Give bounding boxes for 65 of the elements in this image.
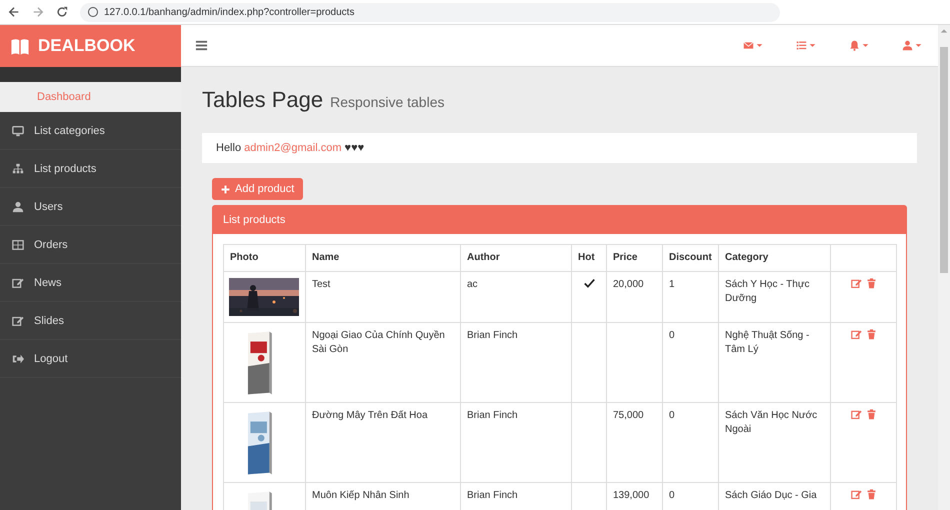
column-header: Name bbox=[306, 244, 460, 272]
price: 20,000 bbox=[613, 279, 644, 290]
forward-arrow-icon[interactable] bbox=[32, 6, 44, 18]
user-icon bbox=[902, 40, 912, 51]
panel-title: List products bbox=[213, 206, 906, 234]
category-name: Nghệ Thuật Sống - Tâm Lý bbox=[725, 330, 810, 355]
back-arrow-icon[interactable] bbox=[8, 6, 20, 18]
discount: 1 bbox=[669, 279, 675, 290]
price: 139,000 bbox=[613, 490, 650, 501]
check-icon bbox=[584, 278, 594, 289]
caret-icon bbox=[756, 42, 762, 49]
discount: 0 bbox=[669, 330, 675, 341]
discount: 0 bbox=[669, 410, 675, 421]
monitor-icon bbox=[12, 124, 24, 136]
column-header: Price bbox=[606, 244, 662, 272]
page-title: Tables Page bbox=[202, 87, 324, 113]
caret-icon bbox=[808, 42, 816, 49]
category-name: Sách Giáo Dục - Gia bbox=[725, 490, 817, 501]
plus-icon bbox=[221, 184, 230, 194]
trash-icon[interactable] bbox=[866, 329, 877, 340]
edit-icon[interactable] bbox=[851, 278, 862, 289]
product-name: Đường Mây Trên Đất Hoa bbox=[312, 410, 428, 421]
edit-icon bbox=[12, 276, 24, 288]
price: 75,000 bbox=[613, 410, 644, 421]
column-header: Discount bbox=[662, 244, 718, 272]
category-name: Sách Y Học - Thực Dưỡng bbox=[725, 279, 810, 304]
column-header: Category bbox=[718, 244, 830, 272]
table-icon bbox=[12, 238, 24, 250]
greeting-text: Hello admin2@gmail.com ♥♥♥ bbox=[216, 142, 364, 154]
discount: 0 bbox=[669, 490, 675, 501]
product-name: Test bbox=[312, 279, 330, 290]
trash-icon[interactable] bbox=[866, 409, 877, 420]
caret-icon bbox=[914, 42, 922, 49]
trash-icon[interactable] bbox=[866, 489, 877, 500]
reload-icon[interactable] bbox=[56, 6, 68, 18]
tasks-icon bbox=[796, 40, 806, 51]
user-icon bbox=[12, 200, 24, 212]
column-header: Author bbox=[460, 244, 572, 272]
page-subtitle: Responsive tables bbox=[330, 94, 444, 110]
address-bar[interactable]: 127.0.0.1/banhang/admin/index.php?controller=products bbox=[80, 2, 780, 22]
column-header: Photo bbox=[224, 244, 306, 272]
edit-icon[interactable] bbox=[851, 409, 862, 420]
info-icon bbox=[88, 7, 98, 17]
trash-icon[interactable] bbox=[866, 278, 877, 289]
caret-icon bbox=[862, 42, 868, 49]
edit-icon[interactable] bbox=[851, 489, 862, 500]
menu-icon[interactable] bbox=[195, 39, 208, 52]
column-header: Hot bbox=[572, 244, 606, 272]
edit-icon[interactable] bbox=[851, 329, 862, 340]
author-name: Brian Finch bbox=[467, 490, 518, 501]
product-name: Muôn Kiếp Nhân Sinh bbox=[312, 490, 410, 501]
envelope-icon bbox=[742, 40, 754, 51]
logout-icon bbox=[12, 352, 24, 364]
author-name: Brian Finch bbox=[467, 410, 518, 421]
book-icon bbox=[10, 36, 30, 56]
scroll-up-icon bbox=[940, 27, 948, 35]
category-name: Sách Văn Học Nước Ngoài bbox=[725, 410, 818, 435]
brand-name: DEALBOOK bbox=[38, 36, 136, 56]
edit-icon bbox=[12, 314, 24, 326]
scrollbar-thumb[interactable] bbox=[940, 47, 948, 273]
sitemap-icon bbox=[12, 162, 24, 174]
product-name: Ngoại Giao Của Chính Quyền Sài Gòn bbox=[312, 330, 445, 355]
author-name: ac bbox=[467, 279, 478, 290]
bell-icon bbox=[848, 40, 860, 51]
author-name: Brian Finch bbox=[467, 330, 518, 341]
